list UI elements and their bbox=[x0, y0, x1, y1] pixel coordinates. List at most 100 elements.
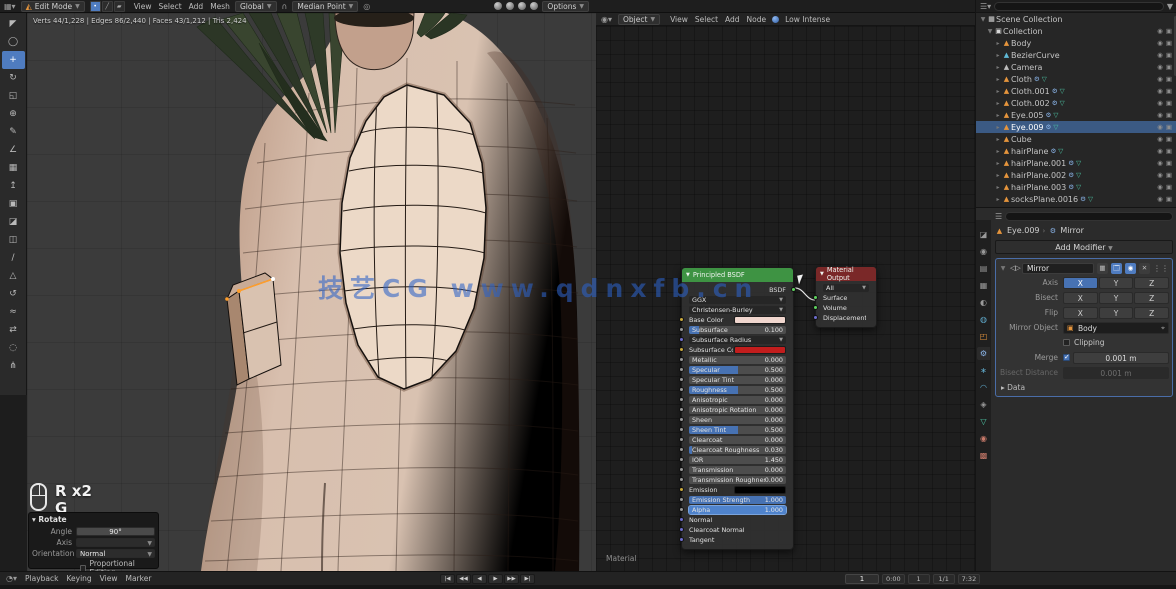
node-input-row[interactable]: Subsurface Color Subsurface Color ▼ bbox=[682, 345, 793, 355]
tool-icon[interactable]: ◯ bbox=[8, 37, 18, 47]
edge-select-icon[interactable]: ╱ bbox=[102, 1, 113, 12]
input-socket[interactable] bbox=[679, 317, 684, 322]
collapse-icon[interactable]: ▼ bbox=[820, 271, 824, 277]
menu-item[interactable]: View bbox=[100, 574, 118, 583]
node-input-row[interactable]: IOR IOR 1.450 ▼ bbox=[682, 455, 793, 465]
edit-mode-toggle-icon[interactable]: ▦ bbox=[1097, 263, 1108, 274]
input-socket[interactable] bbox=[679, 527, 684, 532]
hide-eye-icon[interactable]: ◉ bbox=[1157, 51, 1163, 59]
input-socket[interactable] bbox=[679, 387, 684, 392]
disable-render-icon[interactable]: ▣ bbox=[1166, 39, 1172, 47]
bisect-y-toggle[interactable]: Y bbox=[1099, 292, 1134, 304]
drag-handle-icon[interactable]: ⋮⋮ bbox=[1153, 264, 1169, 273]
editor-type-icon[interactable]: ◔▾ bbox=[6, 574, 17, 583]
outliner-object-row[interactable]: ▸ ▲ Cloth.001 ⚙ ▽ ◉ ▣ bbox=[976, 85, 1176, 97]
node-input-row[interactable]: Surface bbox=[816, 293, 876, 303]
shading-material-icon[interactable] bbox=[518, 2, 526, 10]
disable-render-icon[interactable]: ▣ bbox=[1166, 147, 1172, 155]
outliner-object-row[interactable]: ▸ ▲ Eye.009 ⚙ ▽ ◉ ▣ bbox=[976, 121, 1176, 133]
transport-button[interactable]: ▶▶ bbox=[504, 574, 519, 584]
operator-panel-title[interactable]: ▾ Rotate bbox=[32, 515, 155, 524]
properties-tab[interactable]: ▽ bbox=[977, 415, 990, 428]
input-socket[interactable] bbox=[679, 357, 684, 362]
disable-render-icon[interactable]: ▣ bbox=[1166, 183, 1172, 191]
editor-type-icon[interactable]: ◉▾ bbox=[601, 15, 612, 24]
node-input-row[interactable]: Displacement bbox=[816, 313, 876, 323]
tool-icon[interactable]: ⋔ bbox=[9, 361, 17, 371]
merge-checkbox[interactable] bbox=[1063, 354, 1070, 361]
flip-z-toggle[interactable]: Z bbox=[1134, 307, 1169, 319]
angle-field[interactable]: 90° bbox=[76, 527, 155, 536]
menu-item[interactable]: Add bbox=[725, 15, 740, 24]
disable-render-icon[interactable]: ▣ bbox=[1166, 99, 1172, 107]
node-input-row[interactable]: Anisotropic Anisotropic 0.000 ▼ bbox=[682, 395, 793, 405]
input-socket[interactable] bbox=[679, 397, 684, 402]
hide-eye-icon[interactable]: ◉ bbox=[1157, 183, 1163, 191]
input-socket[interactable] bbox=[813, 295, 818, 300]
object-name[interactable]: Eye.005 bbox=[1011, 111, 1044, 120]
input-socket[interactable] bbox=[679, 407, 684, 412]
input-socket[interactable] bbox=[679, 447, 684, 452]
object-name[interactable]: Cloth.001 bbox=[1011, 87, 1050, 96]
vertex-select-icon[interactable]: • bbox=[90, 1, 101, 12]
mirror-object-field[interactable]: Body bbox=[1063, 322, 1169, 334]
properties-tab[interactable]: ◪ bbox=[977, 228, 990, 241]
properties-tab[interactable]: ◍ bbox=[977, 313, 990, 326]
disable-render-icon[interactable]: ▣ bbox=[1166, 195, 1172, 203]
active-vertex[interactable] bbox=[271, 277, 275, 281]
object-name[interactable]: Camera bbox=[1011, 63, 1042, 72]
node-input-row[interactable]: Roughness Roughness 0.500 ▼ bbox=[682, 385, 793, 395]
node-input-row[interactable]: Clearcoat Clearcoat 0.000 ▼ bbox=[682, 435, 793, 445]
hide-eye-icon[interactable]: ◉ bbox=[1157, 123, 1163, 131]
properties-tab[interactable]: ▤ bbox=[977, 262, 990, 275]
disable-render-icon[interactable]: ▣ bbox=[1166, 51, 1172, 59]
input-socket[interactable] bbox=[813, 305, 818, 310]
input-socket[interactable] bbox=[679, 417, 684, 422]
hide-eye-icon[interactable]: ◉ bbox=[1157, 195, 1163, 203]
node-input-row[interactable]: Christensen-Burley Christensen-Burley ▼ bbox=[682, 305, 793, 315]
flip-x-toggle[interactable]: X bbox=[1063, 307, 1098, 319]
expand-icon[interactable]: ▼ bbox=[986, 28, 994, 35]
menu-item[interactable]: Select bbox=[695, 15, 718, 24]
outliner-object-row[interactable]: ▸ ▲ Camera ⚙ ▽ ◉ ▣ bbox=[976, 61, 1176, 73]
transport-button[interactable]: ◀◀ bbox=[456, 574, 471, 584]
axis-y-toggle[interactable]: Y bbox=[1099, 277, 1134, 289]
color-swatch[interactable] bbox=[734, 486, 786, 494]
menu-item[interactable]: Mesh bbox=[210, 2, 230, 11]
tool-icon[interactable]: ▣ bbox=[9, 199, 18, 209]
transport-button[interactable]: ▶| bbox=[520, 574, 535, 584]
timeline-chip[interactable]: 1 bbox=[908, 574, 930, 584]
node-input-row[interactable]: Clearcoat Roughness Clearcoat Roughness … bbox=[682, 445, 793, 455]
properties-tab[interactable]: ◉ bbox=[977, 432, 990, 445]
transform-orientation-dropdown[interactable]: Global ▼ bbox=[235, 1, 277, 12]
outliner-object-row[interactable]: ▸ ▲ Cloth ⚙ ▽ ◉ ▣ bbox=[976, 73, 1176, 85]
node-input-row[interactable]: Transmission Roughness Transmission Roug… bbox=[682, 475, 793, 485]
properties-tab[interactable]: ⚙ bbox=[977, 347, 990, 360]
transport-button[interactable]: ▶ bbox=[488, 574, 503, 584]
object-name[interactable]: hairPlane.003 bbox=[1011, 183, 1066, 192]
outliner-object-row[interactable]: ▸ ▲ hairPlane.001 ⚙ ▽ ◉ ▣ bbox=[976, 157, 1176, 169]
axis-z-toggle[interactable]: Z bbox=[1134, 277, 1169, 289]
expand-icon[interactable]: ▸ bbox=[994, 136, 1002, 143]
expand-icon[interactable]: ▼ bbox=[999, 265, 1007, 272]
properties-tab[interactable]: ▩ bbox=[977, 449, 990, 462]
tool-icon[interactable]: ◤ bbox=[10, 19, 17, 29]
hide-eye-icon[interactable]: ◉ bbox=[1157, 87, 1163, 95]
proportional-editing-icon[interactable]: ◎ bbox=[363, 2, 370, 11]
shader-mode-dropdown[interactable]: Object ▼ bbox=[618, 14, 660, 25]
transport-button[interactable]: |◀ bbox=[440, 574, 455, 584]
hide-eye-icon[interactable]: ◉ bbox=[1157, 159, 1163, 167]
options-button[interactable]: Options ▼ bbox=[542, 1, 589, 12]
tool-icon[interactable]: ↻ bbox=[9, 73, 17, 83]
node-header[interactable]: ▼ Material Output bbox=[816, 267, 876, 281]
material-output-node[interactable]: ▼ Material Output All▼ Surface bbox=[815, 266, 877, 328]
tool-icon[interactable]: ∠ bbox=[9, 145, 17, 155]
bisect-x-toggle[interactable]: X bbox=[1063, 292, 1098, 304]
hide-eye-icon[interactable]: ◉ bbox=[1157, 147, 1163, 155]
input-socket[interactable] bbox=[813, 315, 818, 320]
input-socket[interactable] bbox=[679, 477, 684, 482]
expand-icon[interactable]: ▸ bbox=[994, 100, 1002, 107]
tool-icon[interactable]: ↥ bbox=[9, 181, 17, 191]
tool-icon[interactable]: ◌ bbox=[9, 343, 17, 353]
object-name[interactable]: socksPlane.0016 bbox=[1011, 195, 1078, 204]
